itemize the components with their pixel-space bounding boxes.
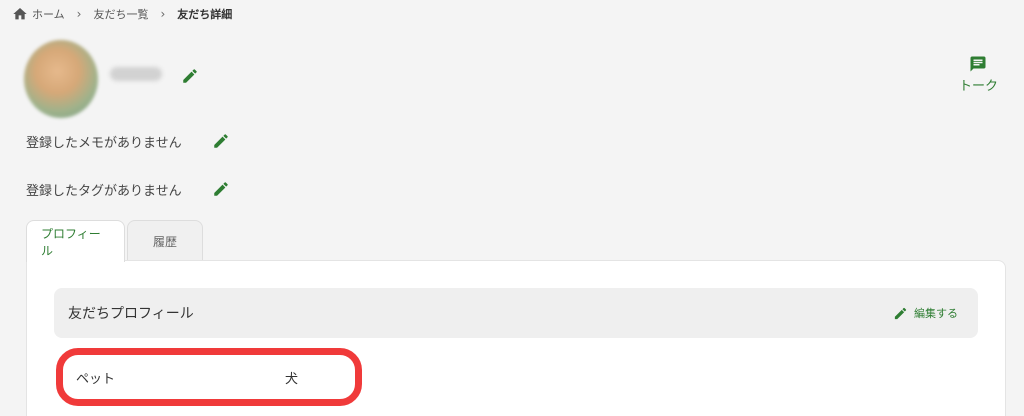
breadcrumb: ホーム › 友だち一覧 › 友だち詳細 — [12, 6, 232, 22]
friend-name-redacted — [110, 67, 162, 81]
pencil-icon — [214, 134, 228, 148]
talk-label: トーク — [958, 79, 998, 94]
edit-tags-button[interactable] — [212, 180, 230, 198]
chat-icon — [970, 56, 986, 72]
pencil-icon — [214, 182, 228, 196]
chevron-right-icon: › — [160, 7, 166, 21]
breadcrumb-home[interactable]: ホーム — [12, 6, 65, 22]
breadcrumb-home-label[interactable]: ホーム — [32, 6, 65, 22]
talk-button[interactable]: トーク — [959, 55, 998, 94]
home-icon — [13, 8, 27, 20]
avatar — [24, 40, 98, 118]
edit-name-button[interactable] — [181, 67, 199, 85]
tab-profile[interactable]: プロフィール — [26, 220, 125, 262]
tab-bar: プロフィール 履歴 — [26, 220, 203, 262]
breadcrumb-current: 友だち詳細 — [177, 8, 233, 21]
profile-field-row: ペット 犬 — [56, 348, 362, 406]
chevron-right-icon: › — [76, 7, 82, 21]
breadcrumb-friends-list[interactable]: 友だち一覧 — [93, 6, 148, 22]
edit-profile-label: 編集する — [914, 307, 958, 320]
memo-empty-text: 登録したメモがありません — [26, 136, 182, 151]
profile-section-header: 友だちプロフィール 編集する — [54, 288, 978, 338]
edit-memo-button[interactable] — [212, 132, 230, 150]
tags-empty-text: 登録したタグがありません — [26, 184, 182, 199]
profile-section-title: 友だちプロフィール — [68, 306, 194, 322]
tab-history[interactable]: 履歴 — [127, 220, 203, 262]
profile-field-label: ペット — [76, 371, 116, 387]
profile-field-value: 犬 — [285, 371, 299, 387]
pencil-icon — [894, 307, 907, 319]
edit-profile-button[interactable]: 編集する — [893, 305, 958, 321]
pencil-icon — [183, 69, 197, 83]
